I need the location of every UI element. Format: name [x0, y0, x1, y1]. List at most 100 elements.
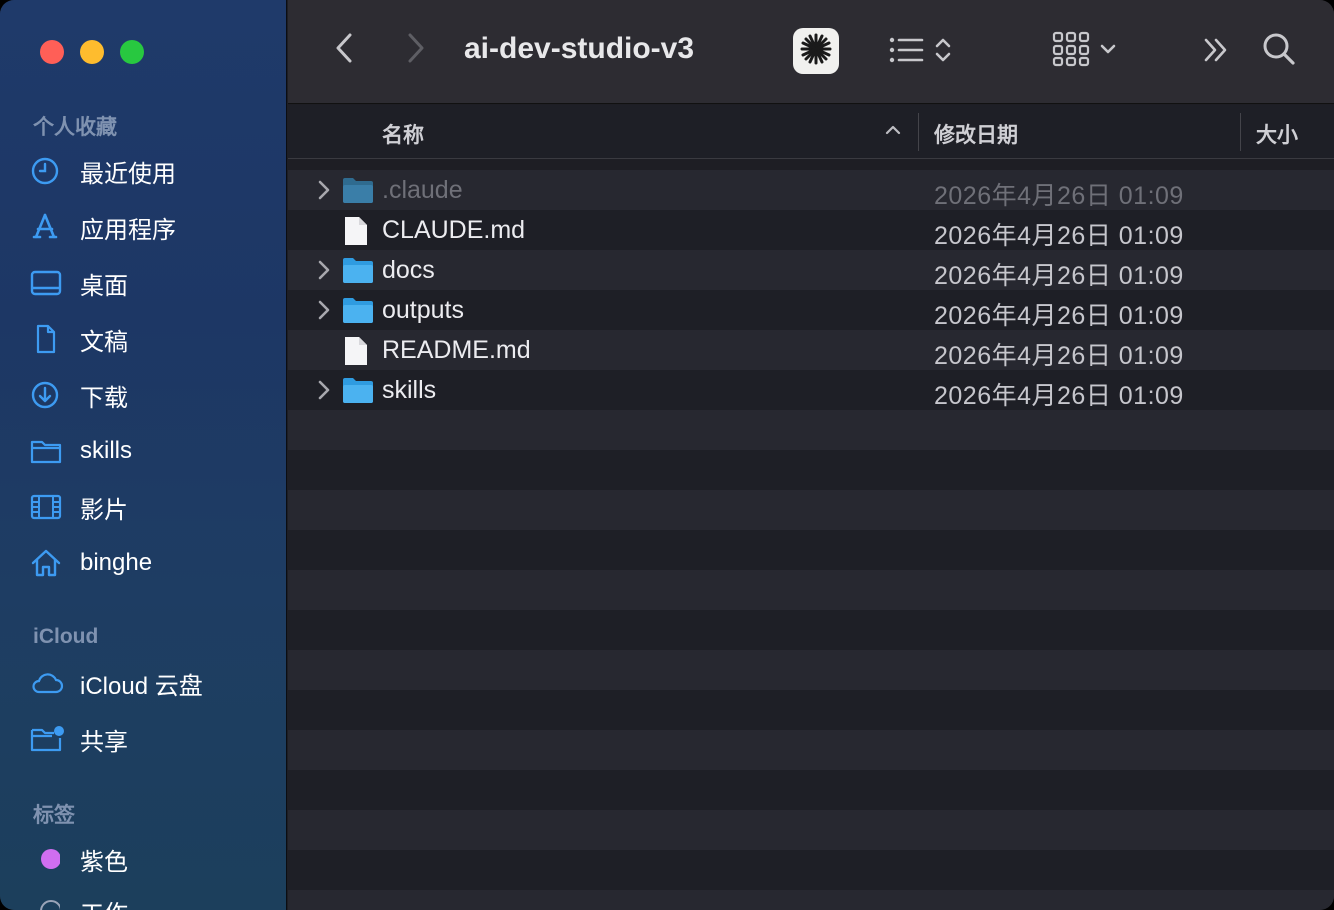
- sidebar-item-tag-purple[interactable]: 紫色: [30, 839, 128, 879]
- sidebar-item-downloads[interactable]: 下载: [30, 375, 128, 415]
- sidebar-item-applications[interactable]: 应用程序: [30, 207, 176, 247]
- cloud-icon: [30, 668, 70, 698]
- disclosure-chevron-icon[interactable]: [316, 179, 332, 206]
- file-row[interactable]: skills 2026年4月26日 01:09: [288, 370, 1334, 410]
- file-row[interactable]: README.md 2026年4月26日 01:09: [288, 330, 1334, 370]
- file-row[interactable]: .claude 2026年4月26日 01:09: [288, 170, 1334, 210]
- applications-icon: [30, 212, 70, 242]
- folder-icon: [342, 256, 374, 289]
- home-icon: [30, 548, 70, 578]
- back-button[interactable]: [326, 30, 362, 70]
- sidebar-item-label: 紫色: [80, 848, 128, 876]
- view-options-button[interactable]: [880, 34, 960, 70]
- sidebar-item-tag-work[interactable]: 工作: [30, 891, 128, 910]
- file-name: README.md: [382, 336, 531, 364]
- empty-row: [288, 890, 1334, 910]
- folder-icon: [342, 376, 374, 409]
- file-date: 2026年4月26日 01:09: [934, 342, 1184, 370]
- claude-app-button[interactable]: [793, 28, 839, 74]
- finder-window: 个人收藏 最近使用 应用程序 桌面 文稿 下载 skills 影片 binghe…: [0, 0, 1334, 910]
- folder-icon: [30, 436, 70, 466]
- toolbar: ai-dev-studio-v3: [288, 0, 1334, 104]
- chevron-left-icon: [334, 32, 354, 69]
- close-window-button[interactable]: [40, 40, 64, 64]
- column-divider[interactable]: [1240, 113, 1241, 151]
- file-row[interactable]: docs 2026年4月26日 01:09: [288, 250, 1334, 290]
- column-divider[interactable]: [918, 113, 919, 151]
- search-icon: [1261, 31, 1297, 72]
- download-icon: [30, 380, 70, 410]
- tag-dot-icon: [30, 896, 70, 910]
- file-row[interactable]: outputs 2026年4月26日 01:09: [288, 290, 1334, 330]
- forward-button[interactable]: [398, 30, 434, 70]
- sidebar-item-skills[interactable]: skills: [30, 431, 132, 471]
- more-toolbar-button[interactable]: [1196, 34, 1236, 70]
- empty-row: [288, 850, 1334, 890]
- file-name: docs: [382, 256, 435, 284]
- sidebar-item-label: 影片: [80, 496, 128, 524]
- file-date: 2026年4月26日 01:09: [934, 302, 1184, 330]
- group-by-button[interactable]: [1046, 30, 1122, 72]
- sort-ascending-icon: [884, 123, 902, 142]
- file-row[interactable]: CLAUDE.md 2026年4月26日 01:09: [288, 210, 1334, 250]
- tags-section-title: 标签: [33, 804, 75, 827]
- column-date-header[interactable]: 修改日期: [934, 119, 1018, 149]
- sidebar-item-desktop[interactable]: 桌面: [30, 263, 128, 303]
- document-icon: [30, 324, 70, 354]
- document-file-icon: [342, 216, 370, 251]
- column-name-header[interactable]: 名称: [382, 119, 424, 149]
- icloud-section-title: iCloud: [33, 625, 99, 648]
- sidebar-item-icloud-drive[interactable]: iCloud 云盘: [30, 663, 203, 703]
- folder-icon: [342, 296, 374, 329]
- sidebar-item-label: 下载: [80, 384, 128, 412]
- empty-row: [288, 810, 1334, 850]
- clock-icon: [30, 156, 70, 186]
- folder-icon: [342, 176, 374, 209]
- file-name: CLAUDE.md: [382, 216, 526, 244]
- empty-row: [288, 490, 1334, 530]
- empty-row: [288, 450, 1334, 490]
- empty-row: [288, 570, 1334, 610]
- zoom-window-button[interactable]: [120, 40, 144, 64]
- file-date: 2026年4月26日 01:09: [934, 222, 1184, 250]
- sidebar-item-label: 工作: [80, 894, 128, 910]
- sidebar-item-label: skills: [80, 437, 132, 464]
- file-name: outputs: [382, 296, 465, 324]
- empty-row: [288, 730, 1334, 770]
- sidebar-item-movies[interactable]: 影片: [30, 487, 128, 527]
- sidebar-item-label: 文稿: [80, 328, 128, 356]
- sidebar-item-recents[interactable]: 最近使用: [30, 151, 176, 191]
- document-file-icon: [342, 336, 370, 371]
- sidebar-item-label: 共享: [80, 728, 128, 756]
- double-chevron-right-icon: [1201, 36, 1231, 69]
- empty-row: [288, 690, 1334, 730]
- column-size-header[interactable]: 大小: [1256, 119, 1298, 149]
- disclosure-chevron-icon[interactable]: [316, 379, 332, 406]
- tag-dot-icon: [30, 844, 70, 874]
- sidebar-item-label: 最近使用: [80, 160, 176, 188]
- claude-logo-icon: [799, 32, 833, 71]
- desktop-icon: [30, 268, 70, 298]
- sidebar-item-label: 桌面: [80, 272, 128, 300]
- file-name: .claude: [382, 176, 463, 204]
- minimize-window-button[interactable]: [80, 40, 104, 64]
- search-button[interactable]: [1258, 30, 1300, 72]
- window-title: ai-dev-studio-v3: [464, 32, 695, 65]
- empty-row: [288, 650, 1334, 690]
- empty-row: [288, 610, 1334, 650]
- chevron-down-icon: [1099, 42, 1117, 61]
- column-header: 名称 修改日期 大小: [288, 105, 1334, 159]
- empty-row: [288, 770, 1334, 810]
- sidebar-item-documents[interactable]: 文稿: [30, 319, 128, 359]
- up-down-chevron-icon: [934, 35, 952, 70]
- file-list: .claude 2026年4月26日 01:09 CLAUDE.md 2026年…: [288, 170, 1334, 910]
- disclosure-chevron-icon[interactable]: [316, 299, 332, 326]
- list-view-icon: [888, 35, 928, 70]
- sidebar-item-label: iCloud 云盘: [80, 672, 203, 700]
- empty-row: [288, 410, 1334, 450]
- sidebar-item-home[interactable]: binghe: [30, 543, 152, 583]
- disclosure-chevron-icon[interactable]: [316, 259, 332, 286]
- sidebar-item-shared[interactable]: 共享: [30, 719, 128, 759]
- grid-group-icon: [1051, 30, 1091, 73]
- sidebar: 个人收藏 最近使用 应用程序 桌面 文稿 下载 skills 影片 binghe…: [0, 0, 287, 910]
